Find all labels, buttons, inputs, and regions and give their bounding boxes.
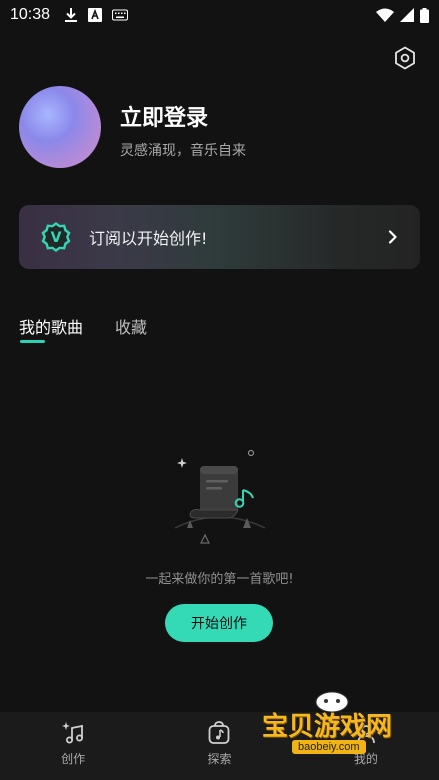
status-system <box>376 7 429 23</box>
settings-hexagon-icon <box>395 46 415 70</box>
status-notifications <box>64 7 129 23</box>
battery-icon <box>420 7 429 23</box>
status-time: 10:38 <box>10 6 51 23</box>
site-watermark: 宝贝游戏网 baobeiy.com <box>262 688 412 768</box>
nav-create[interactable]: 创作 <box>0 712 146 780</box>
watermark-text: 宝贝游戏网 <box>262 712 393 742</box>
vip-badge-letter: V <box>51 230 62 246</box>
download-icon <box>64 7 78 23</box>
empty-song-illustration-icon <box>174 449 266 544</box>
signal-icon <box>400 8 414 22</box>
tab-active-indicator <box>20 340 45 343</box>
wifi-icon <box>376 8 394 22</box>
settings-button[interactable] <box>391 44 419 72</box>
empty-state-message: 一起来做你的第一首歌吧! <box>145 572 294 587</box>
nav-label-explore: 探索 <box>207 752 232 766</box>
chevron-right-icon <box>384 228 402 246</box>
avatar[interactable] <box>19 86 101 168</box>
music-notes-sparkle-icon <box>60 720 86 746</box>
music-note-bag-icon <box>206 720 232 746</box>
subscribe-text: 订阅以开始创作! <box>89 229 208 248</box>
nav-label-create: 创作 <box>61 752 86 766</box>
tab-my-songs[interactable]: 我的歌曲 <box>19 314 83 350</box>
tab-favorites[interactable]: 收藏 <box>115 314 147 350</box>
login-subtitle: 灵感涌现，音乐自来 <box>120 143 246 159</box>
watermark-url: baobeiy.com <box>292 740 366 754</box>
app-screen: 10:38 立即登录 灵感涌现，音乐自来 V 订阅以开始创作! 我的歌曲 收藏 … <box>0 0 439 780</box>
subscribe-banner[interactable]: V 订阅以开始创作! <box>19 205 420 269</box>
login-title[interactable]: 立即登录 <box>120 100 208 132</box>
song-tabs: 我的歌曲 收藏 <box>19 314 147 350</box>
start-creating-button[interactable]: 开始创作 <box>165 604 273 642</box>
font-a-icon <box>88 8 103 22</box>
status-bar: 10:38 <box>0 0 439 30</box>
vip-badge-icon: V <box>39 220 73 254</box>
keyboard-icon <box>112 9 129 21</box>
